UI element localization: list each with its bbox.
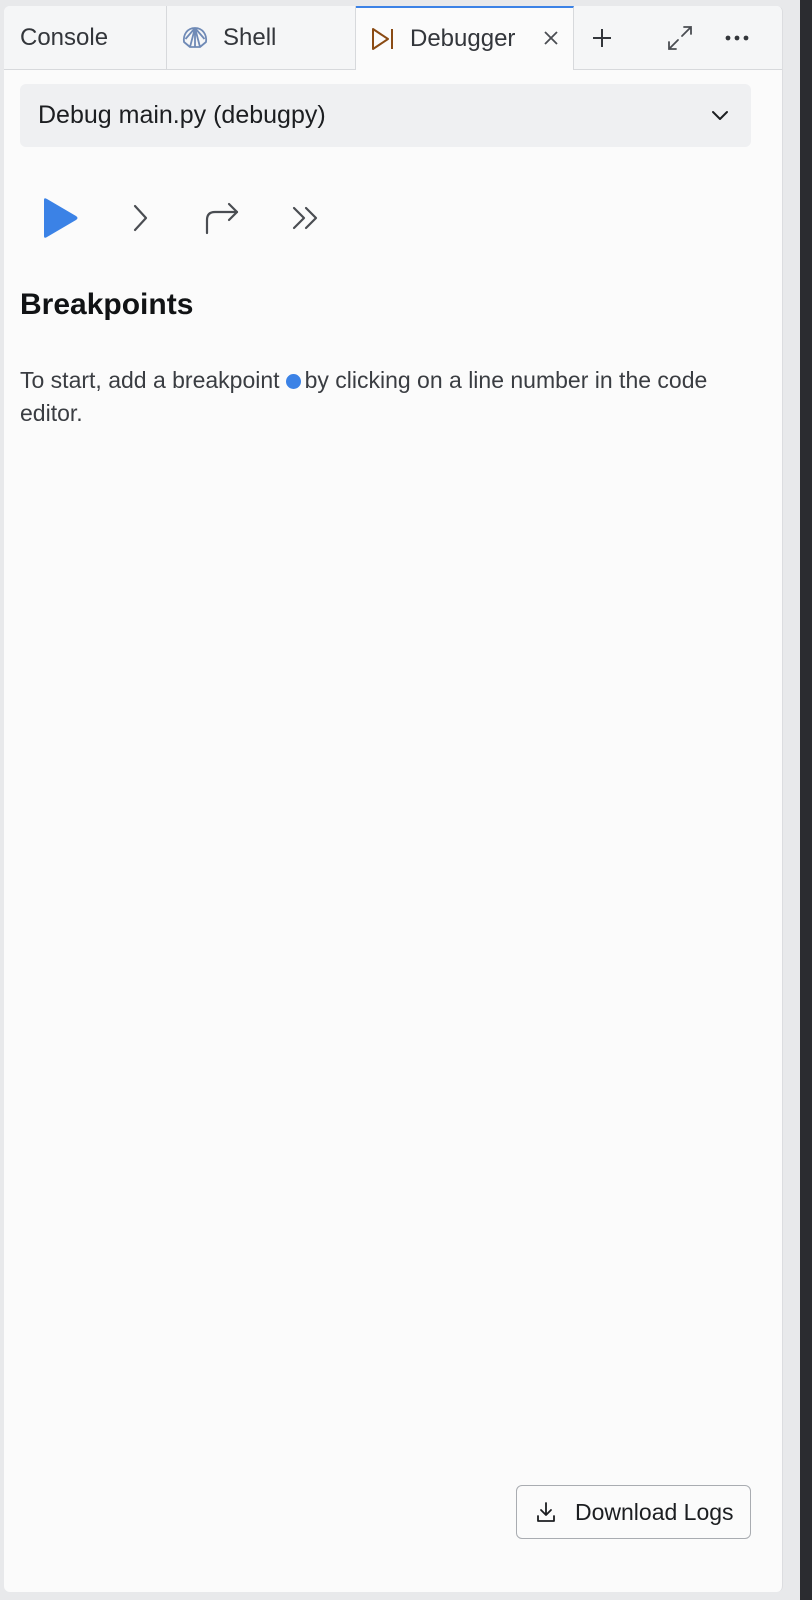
tab-console[interactable]: Console [4, 6, 167, 69]
chevron-down-icon [709, 104, 731, 126]
window-edge [800, 0, 812, 1600]
plus-icon[interactable] [584, 20, 620, 56]
close-icon[interactable] [541, 28, 561, 48]
more-icon[interactable] [719, 20, 755, 56]
breakpoint-dot-icon [285, 374, 301, 389]
breakpoints-heading: Breakpoints [20, 288, 194, 321]
expand-icon[interactable] [662, 20, 698, 56]
debug-config-select[interactable]: Debug main.py (debugpy) [20, 84, 751, 147]
download-logs-button[interactable]: Download Logs [516, 1485, 751, 1539]
breakpoints-hint: To start, add a breakpoint by clicking on… [20, 364, 760, 430]
continue-icon[interactable] [284, 196, 328, 240]
step-into-icon[interactable] [118, 196, 162, 240]
step-over-icon[interactable] [200, 196, 244, 240]
tab-debugger[interactable]: Debugger [356, 6, 574, 70]
debugger-icon [370, 26, 396, 52]
download-logs-label: Download Logs [575, 1498, 734, 1525]
download-icon [535, 1501, 557, 1523]
debug-config-value: Debug main.py (debugpy) [38, 101, 326, 129]
tab-shell-label: Shell [223, 23, 277, 51]
tab-console-label: Console [20, 23, 109, 51]
tab-debugger-label: Debugger [410, 25, 516, 52]
tab-shell[interactable]: Shell [167, 6, 356, 69]
hint-text-before: To start, add a breakpoint [20, 367, 280, 393]
tab-bar: Console Shell Debugger [4, 6, 782, 70]
debugger-panel: Console Shell Debugger Debug main.py (de… [4, 6, 783, 1592]
play-icon[interactable] [38, 196, 82, 240]
shell-icon [181, 25, 209, 51]
